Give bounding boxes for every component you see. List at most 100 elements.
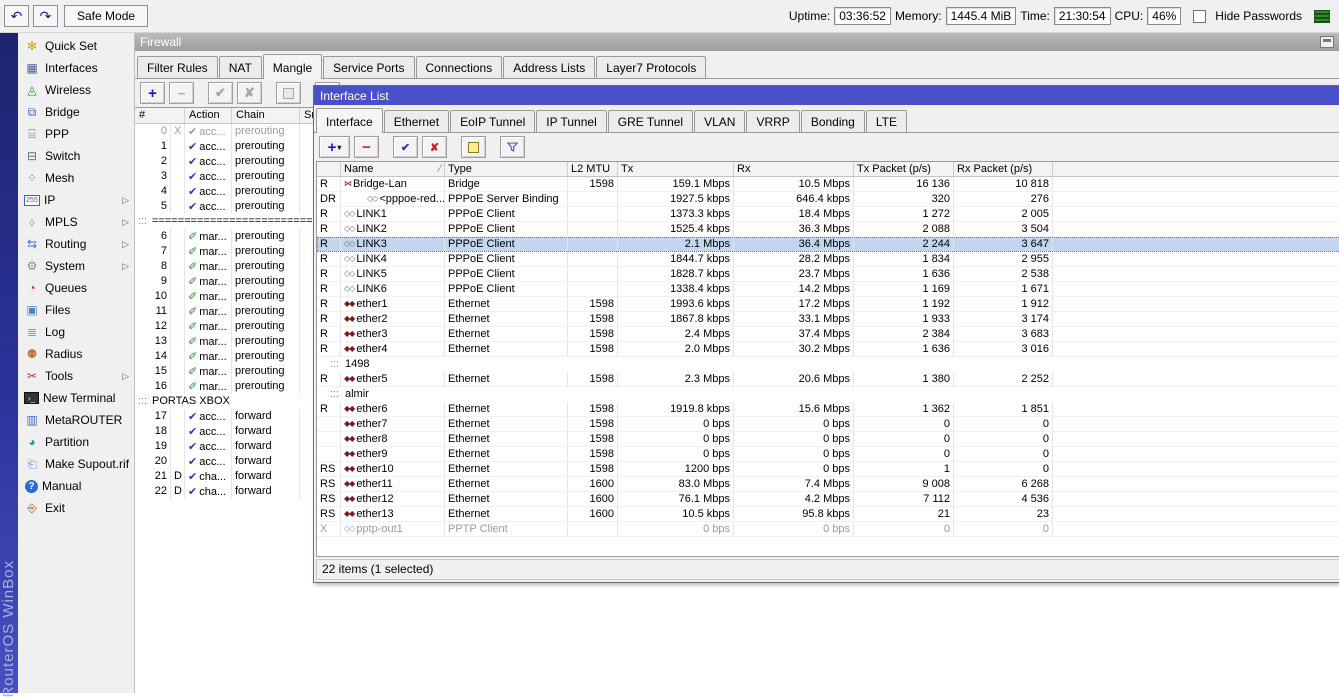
filter-interfaces-button[interactable] bbox=[500, 136, 525, 158]
sidebar-item-interfaces[interactable]: ▦Interfaces bbox=[18, 57, 134, 79]
interface-row-ether11[interactable]: RS◆◆ether11Ethernet160083.0 Mbps7.4 Mbps… bbox=[317, 477, 1339, 492]
interface-row-ether7[interactable]: ◆◆ether7Ethernet15980 bps0 bps00 bbox=[317, 417, 1339, 432]
interface-rx: 37.4 Mbps bbox=[734, 327, 854, 342]
interface-row-link6[interactable]: R◇◇LINK6PPPoE Client1338.4 kbps14.2 Mbps… bbox=[317, 282, 1339, 297]
column-header-l2mtu[interactable]: L2 MTU bbox=[568, 162, 618, 176]
tab-service-ports[interactable]: Service Ports bbox=[323, 56, 414, 78]
disable-rule-button[interactable]: ✘ bbox=[237, 82, 262, 104]
tab-vrrp[interactable]: VRRP bbox=[746, 110, 799, 132]
sidebar-item-log[interactable]: ≣Log bbox=[18, 321, 134, 343]
interface-row-ether8[interactable]: ◆◆ether8Ethernet15980 bps0 bps00 bbox=[317, 432, 1339, 447]
sidebar-item-ppp[interactable]: ⌸PPP bbox=[18, 123, 134, 145]
remove-interface-button[interactable]: − bbox=[354, 136, 379, 158]
interface-row-pptp-out1[interactable]: X◇◇pptp-out1PPTP Client0 bps0 bps00 bbox=[317, 522, 1339, 537]
sidebar-item-quick-set[interactable]: ✻Quick Set bbox=[18, 35, 134, 57]
column-header-tx-packet[interactable]: Tx Packet (p/s) bbox=[854, 162, 954, 176]
tab-bonding[interactable]: Bonding bbox=[801, 110, 865, 132]
interface-extra bbox=[1053, 327, 1339, 342]
tab-vlan[interactable]: VLAN bbox=[694, 110, 745, 132]
interface-row-ether5[interactable]: R◆◆ether5Ethernet15982.3 Mbps20.6 Mbps1 … bbox=[317, 372, 1339, 387]
tab-gre-tunnel[interactable]: GRE Tunnel bbox=[608, 110, 693, 132]
interface-list-title-bar[interactable]: Interface List bbox=[314, 86, 1339, 105]
tab-filter-rules[interactable]: Filter Rules bbox=[137, 56, 218, 78]
enable-rule-button[interactable]: ✔ bbox=[208, 82, 233, 104]
column-header-number[interactable]: # bbox=[135, 108, 185, 123]
sidebar-item-mpls[interactable]: ⬨MPLS▷ bbox=[18, 211, 134, 233]
interface-row-ether2[interactable]: R◆◆ether2Ethernet15981867.8 kbps33.1 Mbp… bbox=[317, 312, 1339, 327]
interface-row-ether4[interactable]: R◆◆ether4Ethernet15982.0 Mbps30.2 Mbps1 … bbox=[317, 342, 1339, 357]
tab-mangle[interactable]: Mangle bbox=[263, 54, 322, 79]
sidebar-item-wireless[interactable]: ◬Wireless bbox=[18, 79, 134, 101]
tab-connections[interactable]: Connections bbox=[416, 56, 503, 78]
sidebar-item-files[interactable]: ▣Files bbox=[18, 299, 134, 321]
tab-lte[interactable]: LTE bbox=[866, 110, 907, 132]
sidebar-item-bridge[interactable]: ⧉Bridge bbox=[18, 101, 134, 123]
add-interface-button[interactable]: +▾ bbox=[319, 136, 350, 158]
sidebar-item-mesh[interactable]: ⁘Mesh bbox=[18, 167, 134, 189]
sidebar-item-partition[interactable]: ◕Partition bbox=[18, 431, 134, 453]
sidebar-item-queues[interactable]: ◔Queues bbox=[18, 277, 134, 299]
column-header-rx-packet[interactable]: Rx Packet (p/s) bbox=[954, 162, 1053, 176]
interface-row-link5[interactable]: R◇◇LINK5PPPoE Client1828.7 kbps23.7 Mbps… bbox=[317, 267, 1339, 282]
mark-action-icon: ✐ bbox=[188, 230, 197, 244]
column-header-tx[interactable]: Tx bbox=[618, 162, 734, 176]
rule-action-text: mar... bbox=[199, 260, 227, 274]
interface-row-link3[interactable]: R◇◇LINK3PPPoE Client2.1 Mbps36.4 Mbps2 2… bbox=[317, 237, 1339, 252]
sidebar-item-ip[interactable]: 255IP▷ bbox=[18, 189, 134, 211]
safe-mode-button[interactable]: Safe Mode bbox=[64, 5, 148, 27]
column-header-type[interactable]: Type bbox=[445, 162, 568, 176]
interface-row-bridge-lan[interactable]: R⋈Bridge-LanBridge1598159.1 Mbps10.5 Mbp… bbox=[317, 177, 1339, 192]
interface-rx-packet: 0 bbox=[954, 417, 1053, 432]
remove-rule-button[interactable]: − bbox=[169, 82, 194, 104]
rule-flag bbox=[171, 274, 185, 289]
tab-interface[interactable]: Interface bbox=[316, 108, 383, 133]
interface-row-ether9[interactable]: ◆◆ether9Ethernet15980 bps0 bps00 bbox=[317, 447, 1339, 462]
sidebar-item-new-terminal[interactable]: ›_New Terminal bbox=[18, 387, 134, 409]
tab-address-lists[interactable]: Address Lists bbox=[503, 56, 595, 78]
interface-comment-row[interactable]: :::almir bbox=[317, 387, 1339, 402]
comment-rule-button[interactable] bbox=[276, 82, 301, 104]
sidebar-item-metarouter[interactable]: ▥MetaROUTER bbox=[18, 409, 134, 431]
rule-flag bbox=[171, 334, 185, 349]
sidebar-item-exit[interactable]: ⎆Exit bbox=[18, 497, 134, 519]
tab-ip-tunnel[interactable]: IP Tunnel bbox=[536, 110, 606, 132]
enable-interface-button[interactable]: ✔ bbox=[393, 136, 418, 158]
interface-flags: R bbox=[317, 282, 341, 297]
interface-row-ether10[interactable]: RS◆◆ether10Ethernet15981200 bps0 bps10 bbox=[317, 462, 1339, 477]
interface-rx-packet: 2 252 bbox=[954, 372, 1053, 387]
sidebar-item-manual[interactable]: ?Manual bbox=[18, 475, 134, 497]
interface-row-ether13[interactable]: RS◆◆ether13Ethernet160010.5 kbps95.8 kbp… bbox=[317, 507, 1339, 522]
tab-layer7-protocols[interactable]: Layer7 Protocols bbox=[596, 56, 706, 78]
tab-nat[interactable]: NAT bbox=[219, 56, 262, 78]
interface-row-ether12[interactable]: RS◆◆ether12Ethernet160076.1 Mbps4.2 Mbps… bbox=[317, 492, 1339, 507]
sidebar-item-routing[interactable]: ⇆Routing▷ bbox=[18, 233, 134, 255]
disable-interface-button[interactable]: ✘ bbox=[422, 136, 447, 158]
column-header-action[interactable]: Action bbox=[185, 108, 232, 123]
interface-row-ether3[interactable]: R◆◆ether3Ethernet15982.4 Mbps37.4 Mbps2 … bbox=[317, 327, 1339, 342]
interface-comment-row[interactable]: :::1498 bbox=[317, 357, 1339, 372]
interface-row-link4[interactable]: R◇◇LINK4PPPoE Client1844.7 kbps28.2 Mbps… bbox=[317, 252, 1339, 267]
restore-window-icon[interactable] bbox=[1320, 36, 1334, 48]
sidebar-item-switch[interactable]: ⊟Switch bbox=[18, 145, 134, 167]
tab-eoip-tunnel[interactable]: EoIP Tunnel bbox=[450, 110, 535, 132]
rule-action: ✔cha... bbox=[185, 469, 232, 484]
hide-passwords-checkbox[interactable] bbox=[1193, 10, 1206, 23]
interface-row-ether6[interactable]: R◆◆ether6Ethernet15981919.8 kbps15.6 Mbp… bbox=[317, 402, 1339, 417]
interface-row-link1[interactable]: R◇◇LINK1PPPoE Client1373.3 kbps18.4 Mbps… bbox=[317, 207, 1339, 222]
column-header-chain[interactable]: Chain bbox=[232, 108, 300, 123]
comment-interface-button[interactable] bbox=[461, 136, 486, 158]
interface-row-ether1[interactable]: R◆◆ether1Ethernet15981993.6 kbps17.2 Mbp… bbox=[317, 297, 1339, 312]
sidebar-item-system[interactable]: ⚙System▷ bbox=[18, 255, 134, 277]
column-header-name[interactable]: Name∕ bbox=[341, 162, 445, 176]
add-rule-button[interactable]: + bbox=[140, 82, 165, 104]
sidebar-item-radius[interactable]: ⚉Radius bbox=[18, 343, 134, 365]
column-header-flags[interactable] bbox=[317, 162, 341, 176]
redo-button[interactable]: ↷ bbox=[33, 5, 58, 27]
sidebar-item-tools[interactable]: ✂Tools▷ bbox=[18, 365, 134, 387]
column-header-rx[interactable]: Rx bbox=[734, 162, 854, 176]
undo-button[interactable]: ↶ bbox=[4, 5, 29, 27]
tab-ethernet[interactable]: Ethernet bbox=[384, 110, 449, 132]
interface-row-link2[interactable]: R◇◇LINK2PPPoE Client1525.4 kbps36.3 Mbps… bbox=[317, 222, 1339, 237]
sidebar-item-make-supout-rif[interactable]: ⎗Make Supout.rif bbox=[18, 453, 134, 475]
interface-row-pppoe-red[interactable]: DR◇◇<pppoe-red...PPPoE Server Binding192… bbox=[317, 192, 1339, 207]
